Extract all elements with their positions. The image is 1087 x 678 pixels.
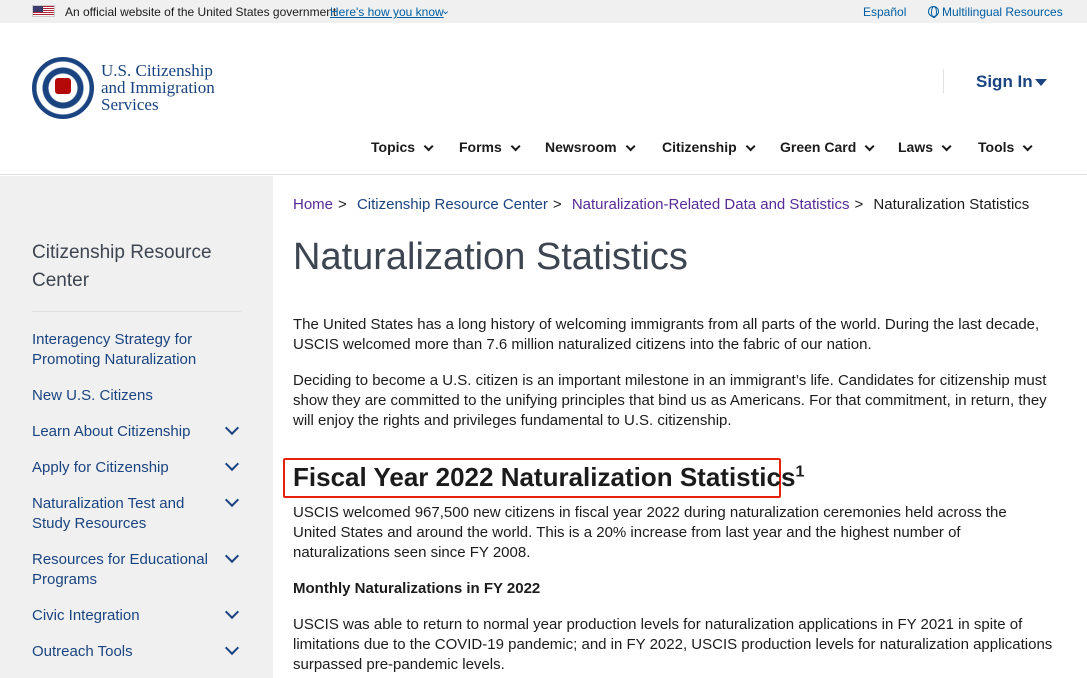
monthly-paragraph: USCIS was able to return to normal year … (293, 616, 1053, 673)
caret-down-icon[interactable] (1035, 79, 1047, 86)
nav-green-card[interactable]: Green Card (780, 139, 875, 155)
nav-label: Citizenship (662, 139, 737, 155)
fy2022-heading: Fiscal Year 2022 Naturalization Statisti… (293, 462, 804, 493)
chevron-down-icon[interactable] (224, 604, 240, 620)
nav-label: Newsroom (545, 139, 617, 155)
breadcrumb: Home > Citizenship Resource Center > Natur… (293, 196, 1029, 213)
page-title: Naturalization Statistics (293, 236, 688, 278)
multilingual-resources-link[interactable]: Multilingual Resources (942, 5, 1063, 19)
footnote-link[interactable]: 1 (795, 463, 804, 480)
official-site-text: An official website of the United States… (65, 5, 337, 19)
agency-name[interactable]: U.S. Citizenship and Immigration Service… (101, 62, 215, 113)
globe-icon (928, 6, 939, 18)
nav-newsroom[interactable]: Newsroom (545, 139, 636, 155)
nav-label: Green Card (780, 139, 857, 155)
monthly-naturalizations-label: Monthly Naturalizations in FY 2022 (293, 580, 541, 597)
espanol-link[interactable]: Español (863, 5, 906, 19)
nav-label: Forms (459, 139, 502, 155)
fy2022-paragraph: USCIS welcomed 967,500 new citizens in f… (293, 504, 1007, 561)
nav-citizenship[interactable]: Citizenship (662, 139, 756, 155)
sidebar-item-learn-about-citizenship[interactable]: Learn About Citizenship (32, 422, 217, 442)
sidebar-item-interagency-strategy[interactable]: Interagency Strategy for Promoting Natur… (32, 330, 217, 370)
sidebar-title: Citizenship Resource Center (32, 242, 212, 291)
header-divider (943, 69, 944, 93)
heres-how-you-know-link[interactable]: Here's how you know (330, 5, 444, 19)
chevron-down-icon[interactable] (224, 420, 240, 436)
sidebar: Citizenship Resource Center Interagency … (0, 176, 273, 678)
breadcrumb-naturalization-data[interactable]: Naturalization-Related Data and Statisti… (572, 196, 850, 213)
nav-label: Topics (371, 139, 416, 155)
breadcrumb-home[interactable]: Home (293, 196, 333, 213)
breadcrumb-separator: > (552, 196, 562, 213)
sidebar-item-new-citizens[interactable]: New U.S. Citizens (32, 386, 217, 406)
breadcrumb-citizenship-resource-center[interactable]: Citizenship Resource Center (357, 196, 548, 213)
intro-paragraph-2: Deciding to become a U.S. citizen is an … (293, 372, 1047, 429)
nav-tools[interactable]: Tools (978, 139, 1033, 155)
nav-laws[interactable]: Laws (898, 139, 952, 155)
nav-topics[interactable]: Topics (371, 139, 434, 155)
chevron-down-icon[interactable] (224, 640, 240, 656)
fy2022-heading-text: Fiscal Year 2022 Naturalization Statisti… (293, 462, 796, 492)
breadcrumb-separator: > (854, 196, 864, 213)
gov-banner: An official website of the United States… (0, 0, 1087, 23)
chevron-down-icon[interactable] (224, 492, 240, 508)
intro-paragraph-1: The United States has a long history of … (293, 316, 1040, 353)
chevron-down-icon[interactable] (224, 456, 240, 472)
breadcrumb-separator: > (338, 196, 347, 213)
nav-label: Tools (978, 139, 1015, 155)
chevron-down-icon[interactable] (224, 548, 240, 564)
sidebar-item-civic-integration[interactable]: Civic Integration (32, 606, 217, 626)
nav-forms[interactable]: Forms (459, 139, 521, 155)
sidebar-item-educational-programs[interactable]: Resources for Educational Programs (32, 550, 217, 590)
sidebar-divider (32, 311, 241, 312)
us-flag-icon (32, 5, 55, 17)
chevron-down-icon[interactable]: ⌄ (441, 4, 450, 17)
sidebar-item-test-study-resources[interactable]: Naturalization Test and Study Resources (32, 494, 217, 534)
sign-in-button[interactable]: Sign In (976, 72, 1033, 92)
nav-label: Laws (898, 139, 934, 155)
sidebar-item-apply-for-citizenship[interactable]: Apply for Citizenship (32, 458, 217, 478)
sidebar-item-outreach-tools[interactable]: Outreach Tools (32, 642, 217, 662)
breadcrumb-current: Naturalization Statistics (873, 196, 1030, 213)
dhs-seal-logo[interactable] (32, 57, 94, 119)
